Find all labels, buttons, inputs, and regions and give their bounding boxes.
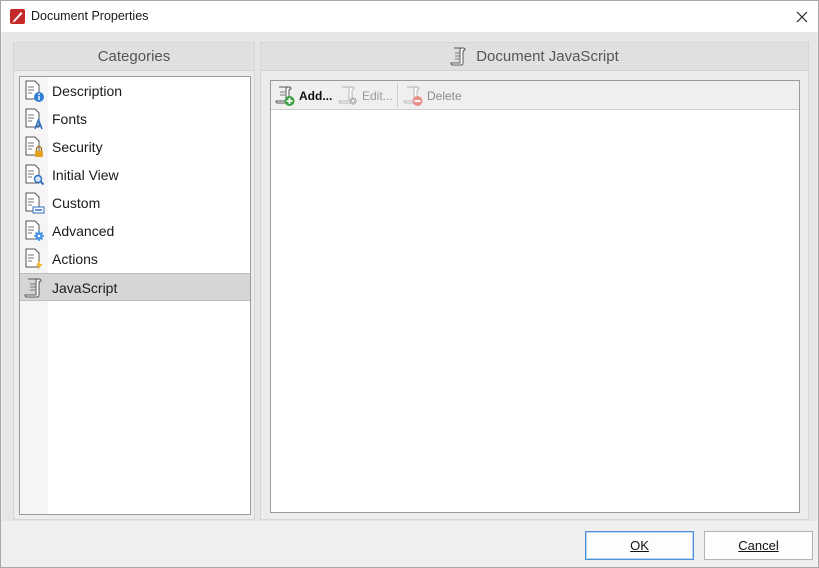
- window-title: Document Properties: [31, 9, 149, 23]
- categories-panel: Categories Description Fonts Security In…: [13, 42, 255, 520]
- document-gear-icon: [25, 220, 44, 241]
- add-button[interactable]: Add...: [274, 83, 332, 108]
- document-lock-icon: [25, 136, 43, 157]
- document-properties-dialog: Document Properties Categories Descripti…: [0, 0, 819, 568]
- dialog-footer: OK Cancel: [2, 521, 817, 567]
- category-label: Advanced: [52, 223, 115, 239]
- document-font-icon: [25, 108, 43, 130]
- javascript-panel: Document JavaScript Add... Edit... Delet…: [260, 42, 809, 520]
- document-magnifier-icon: [25, 164, 45, 186]
- javascript-header: Document JavaScript: [261, 43, 808, 71]
- add-label: Add...: [299, 88, 333, 103]
- delete-script-icon: [403, 86, 423, 106]
- cancel-button[interactable]: Cancel: [704, 531, 813, 560]
- category-label: Security: [52, 139, 103, 155]
- javascript-title: Document JavaScript: [476, 48, 619, 65]
- close-button[interactable]: [786, 1, 818, 32]
- categories-title: Categories: [97, 48, 171, 65]
- category-label: Actions: [52, 251, 98, 267]
- javascript-toolbar: Add... Edit... Delete: [271, 81, 799, 110]
- categories-header: Categories: [14, 43, 254, 71]
- dialog-body: Categories Description Fonts Security In…: [2, 32, 817, 521]
- category-item-description[interactable]: Description: [20, 77, 250, 105]
- category-label: Custom: [52, 195, 101, 211]
- category-item-security[interactable]: Security: [20, 133, 250, 161]
- category-label: Fonts: [52, 111, 88, 127]
- app-logo-icon: [10, 9, 25, 24]
- category-item-initial-view[interactable]: Initial View: [20, 161, 250, 189]
- title-bar: Document Properties: [1, 1, 818, 32]
- delete-label: Delete: [427, 88, 462, 103]
- scroll-icon: [450, 47, 466, 65]
- category-item-advanced[interactable]: Advanced: [20, 217, 250, 245]
- cancel-label: Cancel: [738, 538, 779, 553]
- category-label: JavaScript: [52, 280, 118, 296]
- toolbar-separator: [397, 83, 398, 108]
- edit-label: Edit...: [362, 88, 393, 103]
- ok-label: OK: [630, 538, 649, 553]
- category-item-javascript[interactable]: JavaScript: [20, 273, 250, 301]
- edit-script-icon: [338, 86, 357, 105]
- add-script-icon: [275, 86, 295, 106]
- scroll-icon: [24, 278, 42, 298]
- delete-button[interactable]: Delete: [402, 83, 462, 108]
- categories-list: Description Fonts Security Initial View …: [19, 76, 251, 515]
- category-item-fonts[interactable]: Fonts: [20, 105, 250, 133]
- category-label: Description: [52, 83, 123, 99]
- category-item-custom[interactable]: Custom: [20, 189, 250, 217]
- document-lightning-icon: [25, 248, 43, 270]
- javascript-list[interactable]: Add... Edit... Delete: [270, 80, 800, 513]
- document-custom-icon: [25, 192, 45, 214]
- category-item-actions[interactable]: Actions: [20, 245, 250, 273]
- close-icon: [796, 11, 808, 22]
- edit-button[interactable]: Edit...: [337, 83, 393, 108]
- category-label: Initial View: [52, 167, 119, 183]
- document-info-icon: [25, 80, 44, 102]
- ok-button[interactable]: OK: [585, 531, 694, 560]
